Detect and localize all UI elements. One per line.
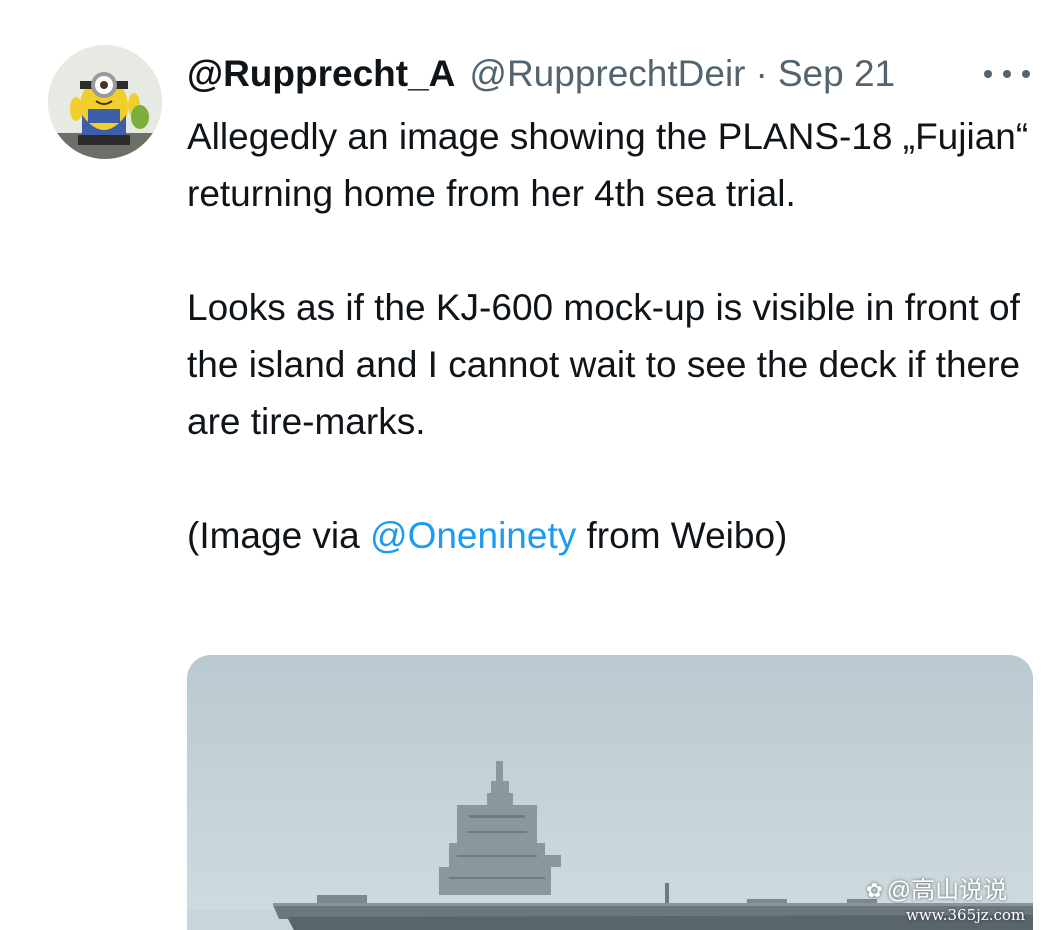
tweet-text: Allegedly an image showing the PLANS-18 …	[187, 108, 1037, 564]
tweet-paragraph-1: Allegedly an image showing the PLANS-18 …	[187, 116, 1029, 214]
tweet-date[interactable]: Sep 21	[778, 52, 895, 96]
more-dot	[1022, 70, 1030, 78]
tweet: @Rupprecht_A @RupprechtDeir · Sep 21 All…	[0, 0, 1053, 930]
more-dot	[984, 70, 992, 78]
mention-link[interactable]: @Oneninety	[370, 515, 576, 556]
more-dot	[1003, 70, 1011, 78]
watermark-url: www.365jz.com	[906, 906, 1026, 924]
minion-avatar-icon	[48, 45, 162, 159]
weibo-icon: ✿	[866, 880, 883, 902]
avatar[interactable]	[48, 45, 162, 159]
paragraph-3-suffix: from Weibo)	[576, 515, 788, 556]
watermark: ✿ @高山说说 www.365jz.com	[866, 876, 1046, 924]
tweet-paragraph-3: (Image via @Oneninety from Weibo)	[187, 507, 1037, 564]
watermark-text: @高山说说	[886, 877, 1008, 904]
more-options-icon[interactable]	[984, 62, 1030, 86]
paragraph-3-prefix: (Image via	[187, 515, 371, 556]
user-handle[interactable]: @RupprechtDeir	[469, 52, 745, 96]
tweet-paragraph-2: Looks as if the KJ-600 mock-up is visibl…	[187, 287, 1021, 442]
tweet-header: @Rupprecht_A @RupprechtDeir · Sep 21	[187, 52, 895, 96]
separator-dot: ·	[755, 53, 768, 94]
display-name[interactable]: @Rupprecht_A	[187, 52, 455, 96]
